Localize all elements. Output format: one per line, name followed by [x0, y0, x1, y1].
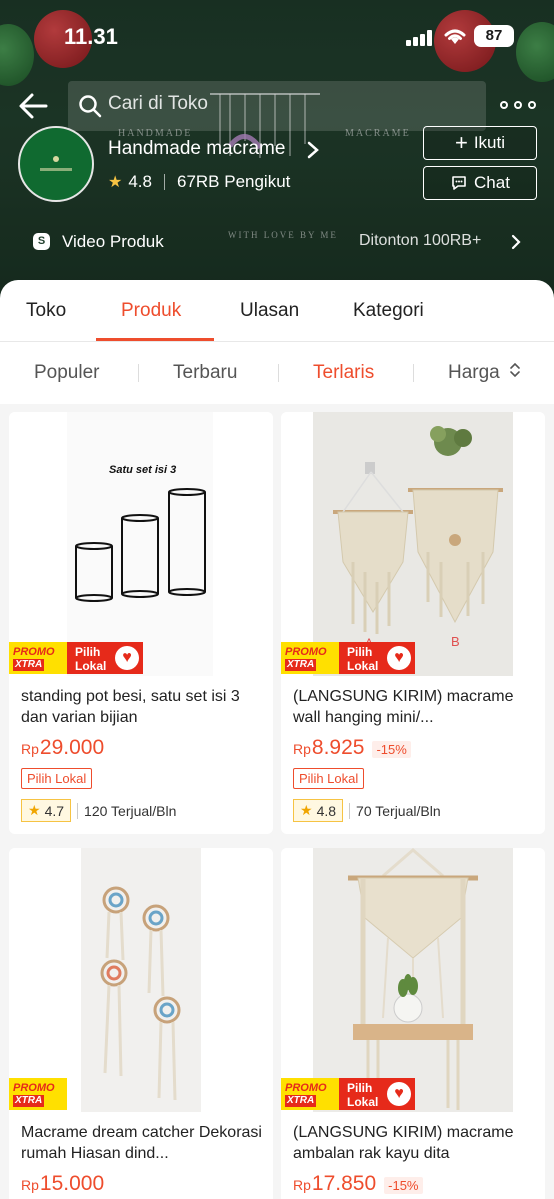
video-icon: S [33, 233, 50, 250]
promo-badges: PROMO XTRA Pilih Lokal ♥ [9, 642, 143, 676]
promo-badges: PROMO XTRA Pilih Lokal ♥ [281, 1078, 415, 1112]
shop-info: Handmade macrame ★ 4.8 67RB Pengikut + I… [0, 124, 554, 214]
product-rating: ★ 4.8 [293, 799, 344, 822]
pilih-lokal-badge: Pilih Lokal ♥ [339, 1078, 415, 1110]
tab-toko[interactable]: Toko [26, 300, 66, 322]
stand-illustration [75, 488, 206, 602]
active-tab-indicator [96, 338, 214, 341]
product-grid: Satu set isi 3 PROMO XTRA Pilih Lokal ♥ sta… [0, 404, 554, 1199]
sort-harga[interactable]: Harga [448, 362, 521, 384]
product-price: Rp15.000 [21, 1172, 105, 1195]
back-arrow-icon[interactable] [16, 88, 52, 124]
discount-badge: -15% [384, 1177, 423, 1194]
product-title: (LANGSUNG KIRIM) macrame ambalan rak kay… [293, 1124, 514, 1162]
product-card[interactable]: Satu set isi 3 PROMO XTRA Pilih Lokal ♥ sta… [9, 412, 273, 834]
promo-badges: PROMO XTRA [9, 1078, 67, 1112]
battery-indicator: 87 [474, 25, 514, 47]
sort-harga-label: Harga [448, 362, 500, 383]
chat-bubble-icon [452, 176, 466, 190]
plus-icon: + [454, 130, 468, 155]
product-image: A B PROMOXTRA PilihLokal♥ [281, 412, 545, 676]
pilih-lokal-tag: Pilih Lokal [21, 768, 93, 789]
heart-icon: ♥ [387, 1082, 411, 1106]
product-card[interactable]: PROMO XTRA Macrame dream catcher Dekorasi… [9, 848, 273, 1199]
sort-populer[interactable]: Populer [34, 362, 100, 384]
search-icon [79, 95, 102, 118]
video-product-row[interactable]: S Video Produk Ditonton 100RB+ [0, 224, 554, 260]
product-rating: ★ 4.7 [21, 799, 72, 822]
discount-badge: -15% [372, 741, 411, 758]
product-title: standing pot besi, satu set isi 3 dan va… [21, 688, 240, 726]
product-image: Satu set isi 3 PROMO XTRA Pilih Lokal ♥ [9, 412, 273, 676]
sort-bar: Populer Terbaru Terlaris Harga [0, 342, 554, 404]
product-title: (LANGSUNG KIRIM) macrame wall hanging mi… [293, 688, 514, 726]
product-image: PROMO XTRA Pilih Lokal ♥ [281, 848, 545, 1112]
more-options-icon[interactable] [500, 98, 540, 114]
promo-xtra-badge: PROMO XTRA [281, 642, 339, 674]
product-card[interactable]: PROMO XTRA Pilih Lokal ♥ (LANGSUNG KIRIM) m… [281, 848, 545, 1199]
star-icon: ★ [300, 802, 313, 818]
product-sold: 70 Terjual/Bln [356, 802, 441, 819]
product-card[interactable]: A B PROMOXTRA PilihLokal♥ (LANGSUNG KIRI… [281, 412, 545, 834]
sort-arrows-icon [510, 362, 520, 378]
image-caption: Satu set isi 3 [109, 464, 177, 476]
promo-badges: PROMO XTRA Pilih Lokal ♥ [281, 642, 415, 676]
product-title: Macrame dream catcher Dekorasi rumah Hia… [21, 1124, 262, 1162]
pilih-lokal-badge: Pilih Lokal ♥ [339, 642, 415, 674]
product-meta: ★ 4.7 120 Terjual/Bln [9, 789, 273, 834]
pilih-lokal-badge: Pilih Lokal ♥ [67, 642, 143, 674]
tab-produk[interactable]: Produk [121, 300, 181, 322]
tab-ulasan[interactable]: Ulasan [240, 300, 299, 322]
wall-hanging-illustration [333, 426, 503, 634]
status-time: 11.31 [64, 24, 118, 49]
chat-button[interactable]: Chat [423, 166, 537, 200]
macrame-shelf-illustration [348, 848, 478, 1110]
signal-icon [406, 30, 432, 46]
tab-kategori[interactable]: Kategori [353, 300, 424, 322]
sort-terlaris[interactable]: Terlaris [313, 362, 374, 384]
sort-terbaru[interactable]: Terbaru [173, 362, 237, 384]
product-sold: 120 Terjual/Bln [84, 802, 177, 819]
video-label: Video Produk [62, 232, 164, 251]
star-icon: ★ [28, 802, 41, 818]
shop-followers: 67RB Pengikut [176, 172, 291, 191]
shop-tabs: Toko Produk Ulasan Kategori [0, 280, 554, 342]
shop-rating: 4.8 [128, 172, 152, 191]
shop-rating-row: ★ 4.8 67RB Pengikut [108, 172, 290, 192]
shop-avatar[interactable] [18, 126, 94, 202]
promo-xtra-badge: PROMO XTRA [9, 1078, 67, 1110]
product-price: Rp17.850 -15% [281, 1164, 545, 1196]
product-image: PROMO XTRA [9, 848, 273, 1112]
chevron-right-icon[interactable] [306, 140, 320, 160]
chevron-right-icon [511, 234, 521, 250]
status-bar: 11.31 87 [0, 0, 554, 72]
pilih-lokal-tag: Pilih Lokal [293, 768, 365, 789]
video-views: Ditonton 100RB+ [359, 232, 482, 249]
product-price: Rp8.925 -15% [281, 728, 545, 760]
variant-label: B [451, 634, 460, 649]
wifi-icon [444, 29, 466, 44]
product-price: Rp29.000 [21, 736, 105, 759]
product-meta: ★ 4.8 70 Terjual/Bln [281, 789, 545, 834]
shop-name[interactable]: Handmade macrame [108, 138, 285, 160]
promo-xtra-badge: PROMO XTRA [281, 1078, 339, 1110]
heart-icon: ♥ [115, 646, 139, 670]
star-icon: ★ [108, 174, 123, 191]
follow-button[interactable]: + Ikuti [423, 126, 537, 160]
search-input[interactable] [108, 93, 408, 115]
heart-icon: ♥ [387, 646, 411, 670]
shop-content-panel: Toko Produk Ulasan Kategori Populer Terb… [0, 280, 554, 1199]
promo-xtra-badge: PROMO XTRA [9, 642, 67, 674]
follow-label: Ikuti [473, 133, 506, 152]
dream-catcher-illustration [100, 886, 181, 1101]
chat-label: Chat [474, 173, 510, 192]
